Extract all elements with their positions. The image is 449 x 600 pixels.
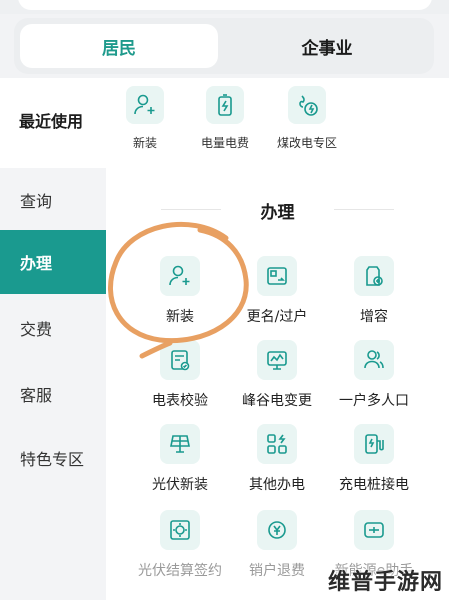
- person-add-icon: [126, 86, 164, 124]
- recent-item-new-install[interactable]: 新装: [100, 86, 190, 151]
- charging-pile-icon: [354, 424, 394, 464]
- service-grid-panel: 办理 新装 更名/过户 增容 电表校验 峰谷电变更 一户多人口 光伏新装 其他办…: [106, 168, 449, 600]
- service-label: 新装: [166, 309, 194, 325]
- service-account-closure[interactable]: 销户退费: [223, 510, 331, 580]
- service-new-install[interactable]: 新装: [126, 256, 234, 326]
- sidebar-item-special[interactable]: 特色专区: [0, 426, 106, 490]
- solar-settlement-icon: [160, 510, 200, 550]
- service-label: 增容: [360, 309, 388, 325]
- tab-residential[interactable]: 居民: [20, 24, 218, 68]
- transfer-icon: [257, 256, 297, 296]
- service-label: 光伏结算签约: [138, 563, 222, 579]
- sidebar-item-handle[interactable]: 办理: [0, 230, 106, 294]
- recent-label: 最近使用: [19, 112, 84, 131]
- recent-item-label: 煤改电专区: [276, 136, 337, 150]
- service-capacity-increase[interactable]: 增容: [320, 256, 428, 326]
- service-label: 更名/过户: [246, 309, 308, 325]
- service-label: 充电桩接电: [339, 477, 409, 493]
- refund-icon: [257, 510, 297, 550]
- service-other[interactable]: 其他办电: [223, 424, 331, 494]
- top-pill: [18, 0, 432, 10]
- service-multi-person[interactable]: 一户多人口: [320, 340, 428, 410]
- recent-section: 最近使用 新装 电量电费 煤改电专区: [0, 78, 449, 168]
- service-peak-valley[interactable]: 峰谷电变更: [223, 340, 331, 410]
- recent-item-label: 电量电费: [200, 136, 249, 150]
- service-label: 电表校验: [152, 393, 208, 409]
- person-add-icon: [160, 256, 200, 296]
- service-charging-pile[interactable]: 充电桩接电: [320, 424, 428, 494]
- recent-item-label: 新装: [132, 136, 157, 150]
- battery-icon: [206, 86, 244, 124]
- ev-assistant-icon: [354, 510, 394, 550]
- service-label: 光伏新装: [152, 477, 208, 493]
- sidebar-item-payment[interactable]: 交费: [0, 296, 106, 360]
- service-label: 峰谷电变更: [242, 393, 312, 409]
- service-rename-transfer[interactable]: 更名/过户: [223, 256, 331, 326]
- other-apps-icon: [257, 424, 297, 464]
- meter-check-icon: [160, 340, 200, 380]
- multi-person-icon: [354, 340, 394, 380]
- service-meter-check[interactable]: 电表校验: [126, 340, 234, 410]
- capacity-increase-icon: [354, 256, 394, 296]
- recent-item-electricity-bill[interactable]: 电量电费: [180, 86, 270, 151]
- user-type-tabs: 居民 企事业: [14, 18, 434, 74]
- fire-to-electric-icon: [288, 86, 326, 124]
- service-solar-settlement[interactable]: 光伏结算签约: [126, 510, 234, 580]
- section-title: 办理: [106, 198, 449, 223]
- service-label: 其他办电: [249, 477, 305, 493]
- watermark-text: 维普手游网: [327, 570, 443, 595]
- tab-enterprise[interactable]: 企事业: [228, 24, 426, 68]
- service-solar-install[interactable]: 光伏新装: [126, 424, 234, 494]
- peak-valley-icon: [257, 340, 297, 380]
- top-strip: [0, 0, 449, 14]
- category-sidebar: 查询 办理 交费 客服 特色专区: [0, 168, 106, 600]
- sidebar-item-query[interactable]: 查询: [0, 168, 106, 232]
- service-label: 一户多人口: [339, 393, 409, 409]
- service-label: 销户退费: [249, 563, 305, 579]
- sidebar-item-service[interactable]: 客服: [0, 362, 106, 426]
- recent-item-coal-to-electric[interactable]: 煤改电专区: [262, 86, 352, 151]
- solar-panel-icon: [160, 424, 200, 464]
